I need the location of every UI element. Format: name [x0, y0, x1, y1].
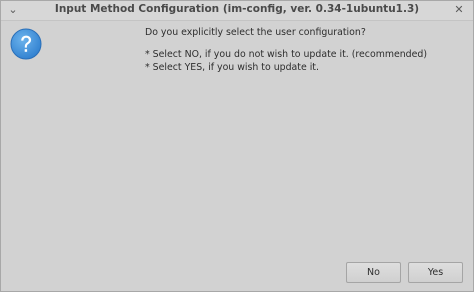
option-no-text: * Select NO, if you do not wish to updat…	[145, 49, 428, 60]
close-icon[interactable]: ✕	[453, 4, 465, 16]
yes-button[interactable]: Yes	[408, 262, 463, 283]
dialog-message: Do you explicitly select the user config…	[145, 26, 465, 74]
window-title: Input Method Configuration (im-config, v…	[54, 3, 420, 15]
question-icon	[10, 28, 42, 60]
option-yes-text: * Select YES, if you wish to update it.	[145, 62, 319, 73]
title-bar[interactable]: ⌄ Input Method Configuration (im-config,…	[1, 1, 473, 21]
no-button[interactable]: No	[346, 262, 401, 283]
question-text: Do you explicitly select the user config…	[145, 27, 366, 38]
dialog-window: ⌄ Input Method Configuration (im-config,…	[0, 0, 474, 292]
